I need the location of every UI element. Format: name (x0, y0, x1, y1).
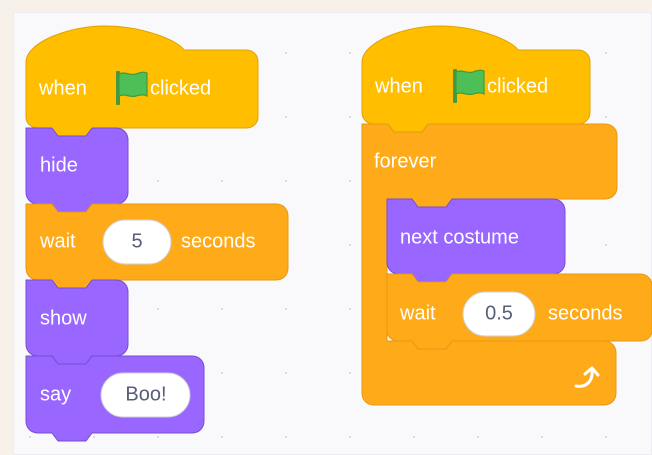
wait-label: wait (39, 230, 76, 252)
hat-clicked-label: clicked (487, 75, 548, 97)
show-block[interactable]: show (25, 279, 129, 365)
say-block[interactable]: say Boo! (25, 355, 205, 442)
next-costume-block[interactable]: next costume (386, 198, 566, 283)
script-2: when clicked forever next costume wait 0… (361, 25, 652, 406)
say-label: say (40, 383, 71, 405)
next-costume-label: next costume (400, 226, 519, 248)
wait-seconds-label: seconds (548, 302, 623, 324)
wait-seconds-label: seconds (181, 230, 256, 252)
when-flag-clicked-hat-block-1[interactable]: when clicked (25, 25, 259, 137)
hide-block[interactable]: hide (25, 127, 129, 213)
show-label: show (40, 307, 87, 329)
wait-5-seconds-block[interactable]: wait 5 seconds (25, 203, 289, 289)
scripts-area: when clicked hide wait 5 seconds show sa… (25, 25, 652, 442)
say-message-value: Boo! (125, 383, 166, 405)
hat-clicked-label: clicked (150, 77, 211, 99)
wait-label: wait (399, 302, 436, 324)
script-1: when clicked hide wait 5 seconds show sa… (25, 25, 289, 442)
forever-label: forever (374, 150, 437, 172)
hat-when-label: when (38, 77, 87, 99)
wait-duration-value: 5 (131, 230, 142, 252)
when-flag-clicked-hat-block-2[interactable]: when clicked (361, 25, 591, 133)
hat-when-label: when (374, 75, 423, 97)
hide-label: hide (40, 154, 78, 176)
wait-0-5-seconds-block[interactable]: wait 0.5 seconds (386, 273, 652, 350)
wait-duration-value: 0.5 (485, 302, 513, 324)
